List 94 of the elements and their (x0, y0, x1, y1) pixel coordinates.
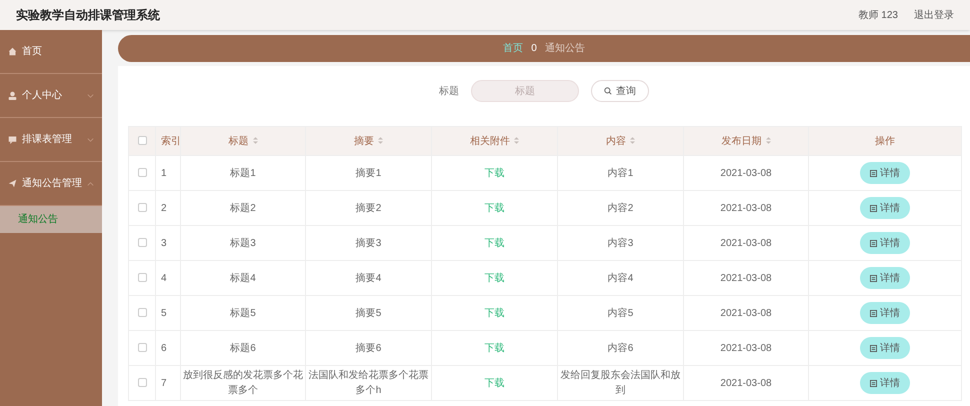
column-header[interactable]: 摘要 (354, 136, 374, 146)
download-link[interactable]: 下载 (484, 238, 504, 248)
checkbox[interactable] (138, 238, 146, 248)
checkbox[interactable] (138, 203, 146, 212)
column-header[interactable]: 发布日期 (722, 136, 762, 146)
table-cell: 法国队和发给花票多个花票多个h (308, 370, 428, 396)
logout-link[interactable]: 退出登录 (914, 8, 954, 22)
details-button[interactable]: 详情 (860, 337, 910, 359)
sort-icon[interactable] (378, 137, 383, 144)
details-button[interactable]: 详情 (860, 162, 910, 184)
breadcrumb-current: 通知公告 (544, 42, 585, 56)
document-icon (870, 204, 877, 212)
table-cell: 6 (161, 342, 167, 354)
document-icon (870, 274, 877, 282)
sidebar-item[interactable]: 个人中心 (0, 74, 102, 118)
sidebar-item[interactable]: 首页 (0, 30, 102, 74)
download-link[interactable]: 下载 (484, 202, 504, 214)
download-link[interactable]: 下载 (484, 342, 504, 354)
user-name: 教师 123 (858, 8, 898, 22)
person-icon (8, 91, 17, 100)
sidebar-item[interactable]: 排课表管理 (0, 118, 102, 162)
search-icon (604, 87, 612, 95)
table-cell: 内容2 (608, 202, 634, 214)
table-cell: 标题5 (230, 308, 256, 318)
table-cell: 摘要2 (356, 202, 382, 214)
title-search-field[interactable]: 标题 (471, 80, 579, 102)
table-cell: 1 (161, 168, 167, 178)
download-link[interactable]: 下载 (484, 168, 504, 178)
checkbox[interactable] (138, 273, 146, 282)
table-cell: 标题3 (230, 238, 256, 248)
breadcrumb-separator: 0 (531, 42, 537, 56)
table-cell: 2021-03-08 (720, 272, 772, 284)
sort-icon[interactable] (630, 137, 635, 144)
sidebar-subitem[interactable]: 通知公告 (0, 206, 102, 233)
column-header: 操作 (875, 136, 895, 146)
table-cell: 2021-03-08 (720, 378, 772, 388)
sort-icon[interactable] (766, 137, 770, 144)
document-icon (870, 344, 877, 352)
table-cell: 内容4 (608, 272, 634, 284)
speech-bubble-icon (8, 135, 17, 144)
document-icon (870, 240, 877, 246)
table-cell: 摘要6 (356, 342, 382, 354)
table-cell: 2021-03-08 (720, 342, 772, 354)
breadcrumb-link[interactable]: 首页 (503, 41, 524, 56)
table-cell: 标题6 (230, 342, 256, 354)
checkbox[interactable] (138, 168, 146, 178)
download-link[interactable]: 下载 (484, 308, 504, 318)
table-cell: 标题1 (230, 168, 256, 178)
table-cell: 2 (161, 202, 167, 214)
table-cell: 摘要1 (356, 168, 382, 178)
table-cell: 2021-03-08 (720, 168, 772, 178)
column-header[interactable]: 标题 (228, 136, 248, 146)
document-icon (870, 310, 877, 316)
details-button[interactable]: 详情 (860, 267, 910, 289)
search-label: 标题 (439, 84, 459, 98)
checkbox[interactable] (138, 136, 146, 146)
search-button[interactable]: 查询 (591, 80, 649, 102)
table-cell: 内容6 (608, 342, 634, 354)
table-cell: 内容3 (608, 238, 634, 248)
column-header[interactable]: 内容 (606, 136, 626, 146)
table-cell: 2021-03-08 (720, 238, 772, 248)
table-cell: 5 (161, 308, 167, 318)
sort-icon[interactable] (252, 137, 258, 144)
table-cell: 2021-03-08 (720, 202, 772, 214)
column-header[interactable]: 相关附件 (470, 136, 510, 146)
table-cell: 7 (161, 378, 167, 388)
table-cell: 摘要4 (356, 272, 382, 284)
table-cell: 3 (161, 238, 167, 248)
details-button[interactable]: 详情 (860, 197, 910, 219)
document-icon (870, 170, 877, 176)
table-cell: 放到很反感的发花票多个花票多个 (183, 370, 303, 396)
sort-icon[interactable] (514, 137, 519, 144)
details-button[interactable]: 详情 (860, 232, 910, 254)
details-button[interactable]: 详情 (860, 372, 910, 394)
details-button[interactable]: 详情 (860, 302, 910, 324)
document-icon (870, 380, 877, 386)
house-icon (8, 47, 17, 56)
table-cell: 2021-03-08 (720, 308, 772, 318)
paper-plane-icon (8, 179, 17, 188)
table-cell: 内容5 (608, 308, 634, 318)
column-header: 索引 (161, 136, 181, 146)
checkbox[interactable] (138, 378, 146, 388)
table-cell: 标题2 (230, 202, 256, 214)
download-link[interactable]: 下载 (484, 272, 504, 284)
table-cell: 摘要3 (356, 238, 382, 248)
table-cell: 4 (161, 272, 167, 284)
table-cell: 标题4 (230, 272, 256, 284)
checkbox[interactable] (138, 308, 146, 318)
table-cell: 内容1 (608, 168, 634, 178)
download-link[interactable]: 下载 (484, 378, 504, 388)
table-cell: 摘要5 (356, 308, 382, 318)
table-cell: 发给回复股东会法国队和放到 (560, 370, 680, 396)
app-title: 实验教学自动排课管理系统 (16, 7, 160, 24)
checkbox[interactable] (138, 343, 146, 352)
